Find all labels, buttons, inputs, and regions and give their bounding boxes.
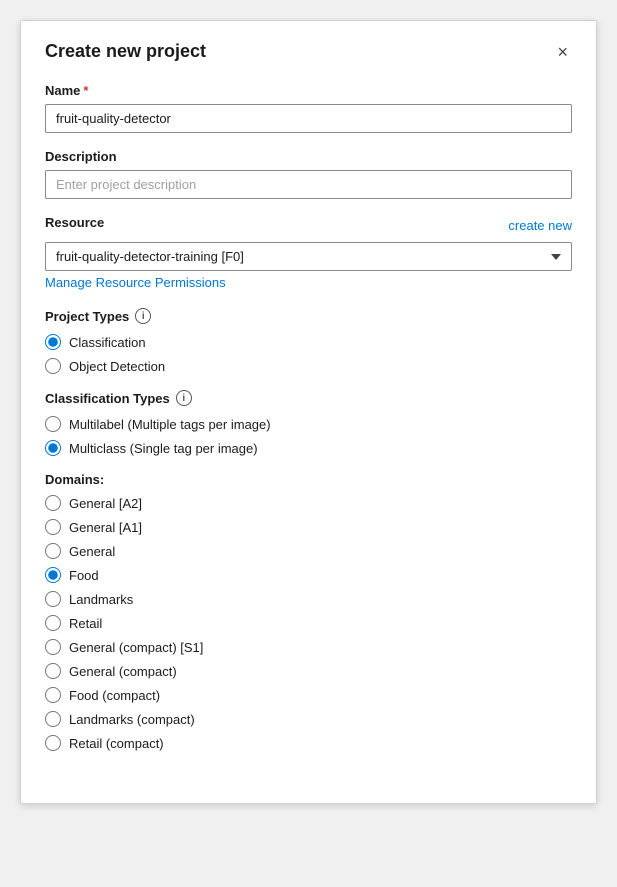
general-label: General bbox=[69, 544, 115, 559]
object-detection-radio[interactable] bbox=[45, 358, 61, 374]
retail-compact-radio[interactable] bbox=[45, 735, 61, 751]
classification-radio[interactable] bbox=[45, 334, 61, 350]
domain-food-compact[interactable]: Food (compact) bbox=[45, 687, 572, 703]
classification-types-group: Classification Types i Multilabel (Multi… bbox=[45, 390, 572, 456]
close-button[interactable]: × bbox=[553, 41, 572, 63]
multiclass-label: Multiclass (Single tag per image) bbox=[69, 441, 258, 456]
required-indicator: * bbox=[83, 83, 88, 98]
food-compact-radio[interactable] bbox=[45, 687, 61, 703]
retail-compact-label: Retail (compact) bbox=[69, 736, 164, 751]
project-types-title: Project Types i bbox=[45, 308, 572, 324]
description-input[interactable] bbox=[45, 170, 572, 199]
name-input[interactable] bbox=[45, 104, 572, 133]
domains-label: Domains: bbox=[45, 472, 572, 487]
general-compact-s1-radio[interactable] bbox=[45, 639, 61, 655]
object-detection-label: Object Detection bbox=[69, 359, 165, 374]
create-project-dialog: Create new project × Name * Description … bbox=[20, 20, 597, 804]
name-label: Name * bbox=[45, 83, 572, 98]
domain-food[interactable]: Food bbox=[45, 567, 572, 583]
general-compact-radio[interactable] bbox=[45, 663, 61, 679]
resource-field-group: Resource create new fruit-quality-detect… bbox=[45, 215, 572, 292]
domain-retail-compact[interactable]: Retail (compact) bbox=[45, 735, 572, 751]
domain-landmarks-compact[interactable]: Landmarks (compact) bbox=[45, 711, 572, 727]
general-compact-label: General (compact) bbox=[69, 664, 177, 679]
description-label: Description bbox=[45, 149, 572, 164]
description-field-group: Description bbox=[45, 149, 572, 199]
general-compact-s1-label: General (compact) [S1] bbox=[69, 640, 203, 655]
landmarks-compact-radio[interactable] bbox=[45, 711, 61, 727]
classification-types-title: Classification Types i bbox=[45, 390, 572, 406]
classification-label: Classification bbox=[69, 335, 146, 350]
retail-radio[interactable] bbox=[45, 615, 61, 631]
resource-select[interactable]: fruit-quality-detector-training [F0] bbox=[45, 242, 572, 271]
multilabel-radio[interactable] bbox=[45, 416, 61, 432]
domain-general-compact[interactable]: General (compact) bbox=[45, 663, 572, 679]
manage-permissions-link[interactable]: Manage Resource Permissions bbox=[45, 275, 226, 290]
create-new-link[interactable]: create new bbox=[508, 218, 572, 233]
project-types-radio-group: Classification Object Detection bbox=[45, 334, 572, 374]
dialog-header: Create new project × bbox=[45, 41, 572, 63]
dialog-title: Create new project bbox=[45, 41, 206, 62]
domain-retail[interactable]: Retail bbox=[45, 615, 572, 631]
project-type-classification[interactable]: Classification bbox=[45, 334, 572, 350]
resource-label-row: Resource create new bbox=[45, 215, 572, 236]
project-types-group: Project Types i Classification Object De… bbox=[45, 308, 572, 374]
multilabel-label: Multilabel (Multiple tags per image) bbox=[69, 417, 271, 432]
domain-general[interactable]: General bbox=[45, 543, 572, 559]
landmarks-radio[interactable] bbox=[45, 591, 61, 607]
food-radio[interactable] bbox=[45, 567, 61, 583]
classification-type-multiclass[interactable]: Multiclass (Single tag per image) bbox=[45, 440, 572, 456]
name-field-group: Name * bbox=[45, 83, 572, 133]
food-label: Food bbox=[69, 568, 99, 583]
domains-list: General [A2] General [A1] General Food L… bbox=[45, 495, 572, 759]
domain-general-a1[interactable]: General [A1] bbox=[45, 519, 572, 535]
project-types-info-icon[interactable]: i bbox=[135, 308, 151, 324]
multiclass-radio[interactable] bbox=[45, 440, 61, 456]
general-a2-radio[interactable] bbox=[45, 495, 61, 511]
landmarks-compact-label: Landmarks (compact) bbox=[69, 712, 195, 727]
landmarks-label: Landmarks bbox=[69, 592, 133, 607]
retail-label: Retail bbox=[69, 616, 102, 631]
classification-type-multilabel[interactable]: Multilabel (Multiple tags per image) bbox=[45, 416, 572, 432]
general-a2-label: General [A2] bbox=[69, 496, 142, 511]
domain-general-a2[interactable]: General [A2] bbox=[45, 495, 572, 511]
general-a1-label: General [A1] bbox=[69, 520, 142, 535]
domains-group: Domains: General [A2] General [A1] Gener… bbox=[45, 472, 572, 759]
project-type-object-detection[interactable]: Object Detection bbox=[45, 358, 572, 374]
resource-label: Resource bbox=[45, 215, 104, 230]
general-a1-radio[interactable] bbox=[45, 519, 61, 535]
food-compact-label: Food (compact) bbox=[69, 688, 160, 703]
classification-types-radio-group: Multilabel (Multiple tags per image) Mul… bbox=[45, 416, 572, 456]
domain-general-compact-s1[interactable]: General (compact) [S1] bbox=[45, 639, 572, 655]
domain-landmarks[interactable]: Landmarks bbox=[45, 591, 572, 607]
general-radio[interactable] bbox=[45, 543, 61, 559]
classification-types-info-icon[interactable]: i bbox=[176, 390, 192, 406]
